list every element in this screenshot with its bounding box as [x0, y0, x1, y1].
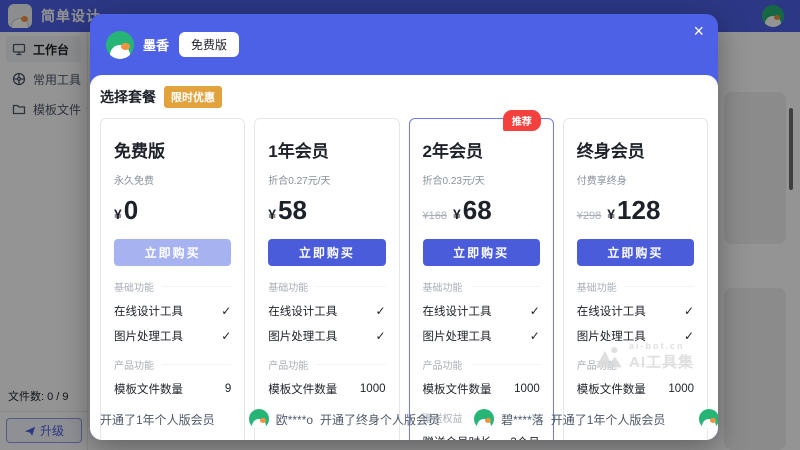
- ticker-item: 开通了1年个人版会员: [100, 411, 215, 428]
- plan-subtitle: 永久免费: [114, 172, 231, 187]
- feature-row: 模板文件数量1000: [577, 381, 694, 397]
- feature-row: 在线设计工具✓: [268, 303, 385, 319]
- feature-section: 基础功能: [114, 279, 154, 294]
- screen: 简单设计 工作台 常用工具 模板文件 文件数: 0 / 9 升级 墨香: [0, 0, 800, 450]
- original-price: ¥298: [577, 210, 601, 222]
- feature-row: 在线设计工具✓: [423, 303, 540, 319]
- feature-section: 基础功能: [268, 279, 308, 294]
- plan-card-2year[interactable]: 推荐 2年会员 折合0.23元/天 ¥168 ¥ 68 立即购买 基础功能 在线…: [409, 118, 554, 440]
- watermark-site: ai-bot.cn: [629, 341, 694, 351]
- feature-row: 模板文件数量1000: [268, 381, 385, 397]
- check-icon: ✓: [530, 329, 540, 343]
- pricing-modal: 墨香 免费版 × 选择套餐 限时优惠 免费版 永久免费 ¥ 0 立即购买: [90, 14, 718, 440]
- buy-button[interactable]: 立即购买: [577, 239, 694, 266]
- buy-button[interactable]: 立即购买: [423, 239, 540, 266]
- ticker-text: 开通了1年个人版会员: [551, 411, 666, 428]
- feature-row: 赠送会员时长3个月: [423, 434, 540, 440]
- ticker-avatar: [249, 409, 269, 429]
- promo-badge: 限时优惠: [164, 86, 222, 108]
- plan-subtitle: 付费享终身: [577, 172, 694, 187]
- check-icon: ✓: [375, 304, 385, 318]
- original-price: ¥168: [423, 210, 447, 222]
- feature-row: 在线设计工具✓: [114, 303, 231, 319]
- ticker-user: 碧****落: [501, 411, 544, 428]
- check-icon: ✓: [221, 304, 231, 318]
- ticker-avatar: [474, 409, 494, 429]
- modal-body: 选择套餐 限时优惠 免费版 永久免费 ¥ 0 立即购买 基础功能 在线设计工具✓…: [90, 75, 718, 440]
- plan-card-free[interactable]: 免费版 永久免费 ¥ 0 立即购买 基础功能 在线设计工具✓ 图片处理工具✓ 产…: [100, 118, 245, 440]
- plan-price: 58: [278, 195, 307, 226]
- currency: ¥: [607, 206, 615, 222]
- feature-value: 1000: [514, 383, 540, 395]
- recommend-badge: 推荐: [503, 110, 541, 131]
- watermark-logo-icon: [596, 345, 622, 369]
- section-title: 选择套餐: [100, 87, 156, 107]
- feature-value: 1000: [668, 383, 694, 395]
- currency: ¥: [114, 206, 122, 222]
- plan-subtitle: 折合0.27元/天: [268, 172, 385, 187]
- ticker-item: 云****轻 开通: [699, 409, 718, 429]
- plan-price: 0: [124, 195, 138, 226]
- feature-value: 9: [225, 383, 231, 395]
- buy-button[interactable]: 立即购买: [268, 239, 385, 266]
- feature-row: 图片处理工具✓: [423, 328, 540, 344]
- close-icon[interactable]: ×: [693, 22, 704, 40]
- ticker-avatar: [699, 409, 718, 429]
- ticker-item: 欧****o 开通了终身个人版会员: [249, 409, 440, 429]
- watermark: ai-bot.cn AI工具集: [596, 341, 694, 372]
- plan-price: 128: [617, 195, 660, 226]
- plan-name: 终身会员: [577, 137, 694, 162]
- buy-button[interactable]: 立即购买: [114, 239, 231, 266]
- check-icon: ✓: [684, 304, 694, 318]
- check-icon: ✓: [530, 304, 540, 318]
- user-avatar: [106, 31, 134, 59]
- ticker-text: 开通了1年个人版会员: [100, 411, 215, 428]
- feature-section: 产品功能: [268, 357, 308, 372]
- feature-section: 基础功能: [423, 279, 463, 294]
- feature-row: 模板文件数量1000: [423, 381, 540, 397]
- ticker-item: 碧****落 开通了1年个人版会员: [474, 409, 665, 429]
- feature-value: 1000: [360, 383, 386, 395]
- currency: ¥: [268, 206, 276, 222]
- feature-row: 图片处理工具✓: [268, 328, 385, 344]
- feature-section: 产品功能: [423, 357, 463, 372]
- purchase-ticker: 开通了1年个人版会员 欧****o 开通了终身个人版会员 碧****落 开通了1…: [100, 407, 718, 431]
- feature-section: 产品功能: [114, 357, 154, 372]
- feature-row: 模板文件数量9: [114, 381, 231, 397]
- ticker-user: 欧****o: [276, 411, 313, 428]
- check-icon: ✓: [375, 329, 385, 343]
- plan-cards: 免费版 永久免费 ¥ 0 立即购买 基础功能 在线设计工具✓ 图片处理工具✓ 产…: [100, 118, 708, 440]
- plan-name: 2年会员: [423, 137, 540, 162]
- feature-row: 图片处理工具✓: [114, 328, 231, 344]
- ticker-text: 开通了终身个人版会员: [320, 411, 440, 428]
- current-plan-badge: 免费版: [179, 32, 239, 57]
- watermark-name: AI工具集: [629, 351, 694, 372]
- plan-name: 免费版: [114, 137, 231, 162]
- feature-section: 基础功能: [577, 279, 617, 294]
- feature-value: 3个月: [510, 434, 539, 440]
- currency: ¥: [453, 206, 461, 222]
- plan-name: 1年会员: [268, 137, 385, 162]
- plan-card-lifetime[interactable]: 终身会员 付费享终身 ¥298 ¥ 128 立即购买 基础功能 在线设计工具✓ …: [563, 118, 708, 440]
- check-icon: ✓: [221, 329, 231, 343]
- plan-subtitle: 折合0.23元/天: [423, 172, 540, 187]
- plan-card-1year[interactable]: 1年会员 折合0.27元/天 ¥ 58 立即购买 基础功能 在线设计工具✓ 图片…: [254, 118, 399, 440]
- modal-header: 墨香 免费版 ×: [90, 14, 718, 75]
- user-name: 墨香: [143, 35, 169, 54]
- feature-row: 在线设计工具✓: [577, 303, 694, 319]
- plan-price: 68: [463, 195, 492, 226]
